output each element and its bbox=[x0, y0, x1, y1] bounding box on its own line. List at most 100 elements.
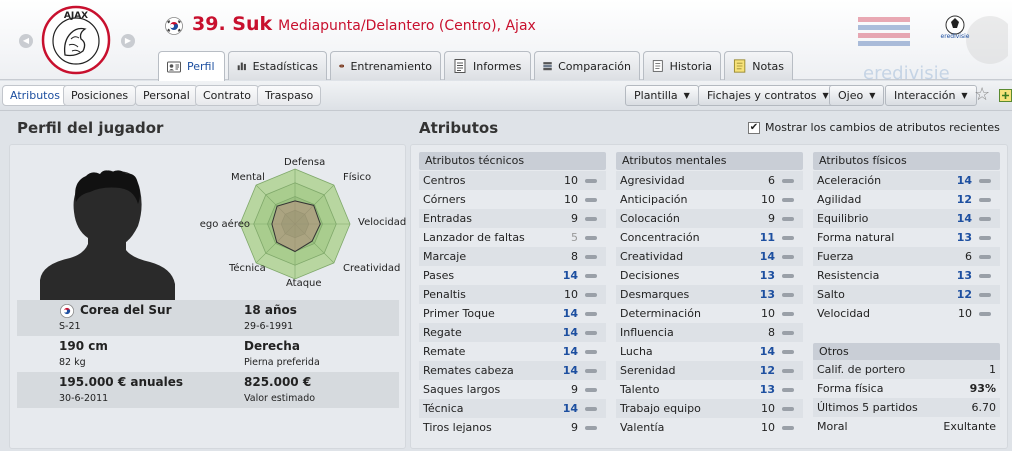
ojeo-label: Ojeo bbox=[838, 89, 864, 102]
attribute-value: 14 bbox=[562, 402, 578, 415]
no-change-indicator-icon bbox=[585, 312, 597, 316]
watermark-text: eredivisie bbox=[863, 63, 950, 80]
attribute-row[interactable]: Talento 13 bbox=[616, 380, 803, 399]
attribute-row[interactable]: Desmarques 13 bbox=[616, 285, 803, 304]
no-change-indicator-icon bbox=[979, 274, 991, 278]
attribute-row[interactable]: Últimos 5 partidos 6.70 bbox=[813, 398, 1000, 417]
attribute-row[interactable]: Remate 14 bbox=[419, 342, 606, 361]
age-value: 18 años bbox=[244, 303, 297, 317]
attribute-row[interactable]: Agresividad 6 bbox=[616, 171, 803, 190]
subtab-posiciones[interactable]: Posiciones bbox=[63, 85, 137, 106]
show-changes-checkbox[interactable]: ✔ Mostrar los cambios de atributos recie… bbox=[748, 121, 1000, 134]
tab-estadisticas[interactable]: Estadísticas bbox=[228, 51, 327, 80]
attribute-row[interactable]: Forma física 93% bbox=[813, 379, 1000, 398]
star-icon[interactable]: ☆ bbox=[974, 84, 990, 106]
subtab-traspaso[interactable]: Traspaso bbox=[257, 85, 322, 106]
attribute-value: 14 bbox=[562, 307, 578, 320]
attribute-row[interactable]: Influencia 8 bbox=[616, 323, 803, 342]
attribute-name: Últimos 5 partidos bbox=[817, 401, 918, 414]
attribute-row[interactable]: Moral Exultante bbox=[813, 417, 1000, 436]
attribute-row[interactable]: Trabajo equipo 10 bbox=[616, 399, 803, 418]
attribute-row[interactable]: Aceleración 14 bbox=[813, 171, 1000, 190]
nationality-value: Corea del Sur bbox=[80, 303, 172, 317]
tab-informes[interactable]: Informes bbox=[444, 51, 531, 80]
attribute-row[interactable]: Velocidad 10 bbox=[813, 304, 1000, 323]
technical-attributes-header: Atributos técnicos bbox=[419, 152, 606, 170]
profile-card-icon bbox=[167, 61, 181, 72]
ojeo-dropdown[interactable]: Ojeo ▼ bbox=[829, 85, 885, 106]
attribute-name: Forma física bbox=[817, 382, 884, 395]
attribute-row[interactable]: Determinación 10 bbox=[616, 304, 803, 323]
attribute-row[interactable]: Equilibrio 14 bbox=[813, 209, 1000, 228]
attribute-row[interactable]: Regate 14 bbox=[419, 323, 606, 342]
fichajes-label: Fichajes y contratos bbox=[707, 89, 817, 102]
eredivisie-badge-text: eredivisie bbox=[941, 33, 970, 40]
tab-entrenamiento[interactable]: Entrenamiento bbox=[330, 51, 441, 80]
attribute-row[interactable]: Salto 12 bbox=[813, 285, 1000, 304]
attribute-row[interactable]: Lucha 14 bbox=[616, 342, 803, 361]
attribute-row[interactable]: Saques largos 9 bbox=[419, 380, 606, 399]
attribute-row[interactable]: Creatividad 14 bbox=[616, 247, 803, 266]
attribute-row[interactable]: Forma natural 13 bbox=[813, 228, 1000, 247]
nav-forward-button[interactable]: ▶ bbox=[121, 34, 135, 48]
no-change-indicator-icon bbox=[979, 179, 991, 183]
attribute-value: 12 bbox=[956, 193, 972, 206]
subtab-personal[interactable]: Personal bbox=[135, 85, 198, 106]
interaccion-dropdown[interactable]: Interacción ▼ bbox=[885, 85, 977, 106]
subtab-contrato[interactable]: Contrato bbox=[195, 85, 260, 106]
attribute-value: 13 bbox=[759, 288, 775, 301]
attribute-row[interactable]: Lanzador de faltas 5 bbox=[419, 228, 606, 247]
attribute-row[interactable]: Pases 14 bbox=[419, 266, 606, 285]
no-change-indicator-icon bbox=[782, 274, 794, 278]
attribute-row[interactable]: Anticipación 10 bbox=[616, 190, 803, 209]
attribute-row[interactable]: Valentía 10 bbox=[616, 418, 803, 437]
ajax-crest-logo[interactable]: AJAX bbox=[41, 5, 111, 75]
attribute-row[interactable]: Agilidad 12 bbox=[813, 190, 1000, 209]
no-change-indicator-icon bbox=[585, 388, 597, 392]
attribute-row[interactable]: Entradas 9 bbox=[419, 209, 606, 228]
attribute-row[interactable]: Córners 10 bbox=[419, 190, 606, 209]
tab-comparacion[interactable]: Comparación bbox=[534, 51, 640, 80]
nav-back-button[interactable]: ◀ bbox=[19, 34, 33, 48]
attribute-value: 5 bbox=[571, 231, 578, 244]
attribute-row[interactable]: Decisiones 13 bbox=[616, 266, 803, 285]
player-positions: Mediapunta/Delantero (Centro), Ajax bbox=[278, 18, 536, 34]
attribute-value: 8 bbox=[768, 326, 775, 339]
tab-historia[interactable]: Historia bbox=[643, 51, 721, 80]
attribute-row[interactable]: Marcaje 8 bbox=[419, 247, 606, 266]
attribute-value: 9 bbox=[571, 383, 578, 396]
attribute-row[interactable]: Concentración 11 bbox=[616, 228, 803, 247]
attribute-row[interactable]: Serenidad 12 bbox=[616, 361, 803, 380]
attribute-row[interactable]: Primer Toque 14 bbox=[419, 304, 606, 323]
crest-text: AJAX bbox=[64, 11, 88, 21]
no-change-indicator-icon bbox=[979, 217, 991, 221]
attribute-row[interactable]: Tiros lejanos 9 bbox=[419, 418, 606, 437]
attribute-name: Moral bbox=[817, 420, 848, 433]
checkbox-box[interactable]: ✔ bbox=[748, 121, 760, 134]
subtab-atributos[interactable]: Atributos bbox=[2, 85, 68, 106]
radar-label-ataque: Ataque bbox=[286, 278, 322, 289]
attribute-row[interactable]: Centros 10 bbox=[419, 171, 606, 190]
estimated-value-label: Valor estimado bbox=[244, 393, 316, 404]
tab-perfil[interactable]: Perfil bbox=[158, 51, 225, 81]
no-change-indicator-icon bbox=[585, 407, 597, 411]
attribute-row[interactable]: Remates cabeza 14 bbox=[419, 361, 606, 380]
attribute-row[interactable]: Calif. de portero 1 bbox=[813, 360, 1000, 379]
player-header: ◀ ▶ AJAX 39. Suk Mediapunta/Delantero (Ce… bbox=[0, 0, 1012, 81]
attribute-name: Saques largos bbox=[423, 383, 501, 396]
fichajes-dropdown[interactable]: Fichajes y contratos ▼ bbox=[698, 85, 838, 106]
attribute-row[interactable]: Fuerza 6 bbox=[813, 247, 1000, 266]
plantilla-dropdown[interactable]: Plantilla ▼ bbox=[625, 85, 699, 106]
tab-notas[interactable]: Notas bbox=[724, 51, 793, 80]
info-row-nationality-age: Corea del Sur S-21 18 años 29-6-1991 bbox=[17, 300, 399, 336]
south-korea-flag-icon bbox=[60, 304, 74, 318]
attribute-row[interactable]: Resistencia 13 bbox=[813, 266, 1000, 285]
no-change-indicator-icon bbox=[782, 350, 794, 354]
attribute-row[interactable]: Técnica 14 bbox=[419, 399, 606, 418]
notes-add-icon[interactable] bbox=[999, 89, 1012, 103]
attribute-row[interactable]: Colocación 9 bbox=[616, 209, 803, 228]
attribute-value: 13 bbox=[956, 269, 972, 282]
attribute-value: 14 bbox=[562, 326, 578, 339]
radar-label-defensa: Defensa bbox=[284, 157, 326, 168]
attribute-row[interactable]: Penaltis 10 bbox=[419, 285, 606, 304]
